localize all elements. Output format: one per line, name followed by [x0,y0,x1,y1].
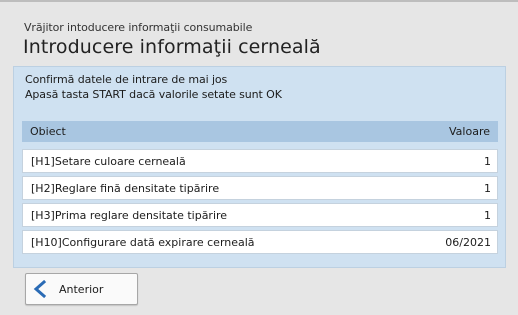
column-header-item: Obiect [30,125,66,138]
wizard-screen: Vrăjitor intoducere informaţii consumabi… [0,0,518,315]
row-item-label: [H1]Setare culoare cerneală [31,155,186,168]
table-row: [H1]Setare culoare cerneală 1 [22,149,498,173]
row-item-value: 1 [484,209,491,222]
previous-button[interactable]: Anterior [25,273,138,305]
row-item-value: 1 [484,155,491,168]
column-header-value: Valoare [449,125,490,138]
table-row: [H3]Prima reglare densitate tipărire 1 [22,203,498,227]
page-title: Introducere informaţii cerneală [23,36,321,58]
instruction-line-2: Apasă tasta START dacă valorile setate s… [25,88,282,101]
previous-button-label: Anterior [59,283,104,296]
row-item-label: [H2]Reglare fină densitate tipărire [31,182,220,195]
wizard-subtitle: Vrăjitor intoducere informaţii consumabi… [24,21,253,34]
top-divider [0,0,518,2]
row-item-value: 1 [484,182,491,195]
table-row: [H2]Reglare fină densitate tipărire 1 [22,176,498,200]
chevron-left-icon [33,280,47,298]
row-item-value: 06/2021 [445,236,491,249]
instruction-line-1: Confirmă datele de intrare de mai jos [25,73,228,86]
confirmation-panel: Confirmă datele de intrare de mai jos Ap… [13,66,506,268]
table-header: Obiect Valoare [22,121,498,142]
table-row: [H10]Configurare dată expirare cerneală … [22,230,498,254]
row-item-label: [H10]Configurare dată expirare cerneală [31,236,255,249]
row-item-label: [H3]Prima reglare densitate tipărire [31,209,228,222]
